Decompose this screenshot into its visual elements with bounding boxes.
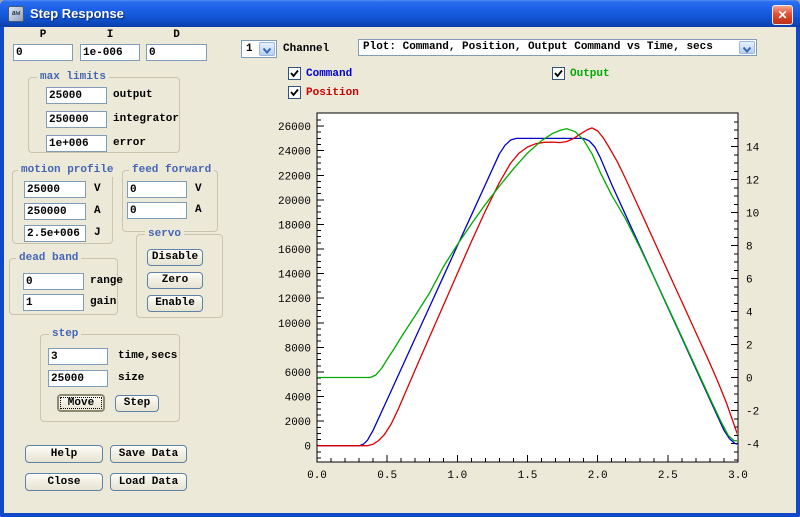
step-size-label: size [118, 372, 144, 385]
channel-value: 1 [246, 43, 253, 55]
channel-label: Channel [283, 43, 329, 56]
channel-dropdown-button[interactable] [259, 42, 275, 56]
plot-mode-select[interactable]: Plot: Command, Position, Output Command … [358, 39, 757, 56]
save-data-button[interactable]: Save Data [110, 445, 187, 463]
max-limits-title: max limits [37, 71, 109, 84]
max-integrator-field[interactable] [46, 111, 107, 128]
ff-accel-label: A [195, 204, 202, 217]
position-checkbox-label: Position [306, 87, 359, 100]
max-output-field[interactable] [46, 87, 107, 104]
step-button[interactable]: Step [115, 395, 159, 412]
channel-select[interactable]: 1 [241, 40, 277, 58]
motion-profile-group: motion profile V A J [12, 170, 113, 244]
step-group: step time,secs size Move Step [40, 334, 180, 422]
max-error-label: error [113, 137, 146, 150]
feed-forward-group: feed forward V A [122, 170, 218, 232]
profile-accel-label: A [94, 205, 101, 218]
command-checkbox-label: Command [306, 68, 352, 81]
d-gain-field[interactable] [146, 44, 207, 61]
ff-velocity-field[interactable] [127, 181, 187, 198]
step-time-field[interactable] [48, 348, 108, 365]
step-time-label: time,secs [118, 350, 177, 363]
p-label: P [13, 29, 73, 42]
checkmark-icon [553, 68, 564, 79]
chevron-down-icon [262, 47, 272, 55]
servo-group: servo Disable Zero Enable [136, 234, 223, 318]
output-checkbox[interactable] [552, 67, 565, 80]
step-size-field[interactable] [48, 370, 108, 387]
output-checkbox-label: Output [570, 68, 610, 81]
max-limits-group: max limits output integrator error [28, 77, 180, 153]
move-button[interactable]: Move [57, 394, 105, 412]
motion-profile-title: motion profile [18, 164, 116, 177]
max-error-field[interactable] [46, 135, 107, 152]
servo-disable-button[interactable]: Disable [147, 249, 203, 266]
servo-enable-button[interactable]: Enable [147, 295, 203, 312]
command-checkbox[interactable] [288, 67, 301, 80]
position-checkbox[interactable] [288, 86, 301, 99]
max-integrator-label: integrator [113, 113, 179, 126]
checkmark-icon [289, 87, 300, 98]
i-label: I [80, 29, 140, 42]
deadband-gain-label: gain [90, 296, 116, 309]
close-window-button[interactable]: ✕ [772, 5, 793, 25]
i-gain-field[interactable] [80, 44, 140, 61]
checkmark-icon [289, 68, 300, 79]
close-button[interactable]: Close [25, 473, 103, 491]
app-icon: aw [8, 6, 24, 22]
max-output-label: output [113, 89, 153, 102]
feed-forward-title: feed forward [129, 164, 214, 177]
window-title: Step Response [30, 6, 124, 21]
p-gain-field[interactable] [13, 44, 73, 61]
help-button[interactable]: Help [25, 445, 103, 463]
dead-band-group: dead band range gain [9, 258, 118, 315]
titlebar[interactable]: aw Step Response ✕ [0, 0, 800, 27]
profile-jerk-field[interactable] [24, 225, 86, 242]
deadband-range-field[interactable] [23, 273, 84, 290]
ff-accel-field[interactable] [127, 202, 187, 219]
step-response-window: aw Step Response ✕ P I D 1 Channel Plot:… [0, 0, 800, 517]
profile-velocity-field[interactable] [24, 181, 86, 198]
step-title: step [49, 328, 81, 341]
servo-zero-button[interactable]: Zero [147, 272, 203, 289]
plot-dropdown-button[interactable] [739, 41, 755, 54]
load-data-button[interactable]: Load Data [110, 473, 187, 491]
deadband-gain-field[interactable] [23, 294, 84, 311]
plot-mode-value: Plot: Command, Position, Output Command … [363, 41, 713, 53]
deadband-range-label: range [90, 275, 123, 288]
profile-velocity-label: V [94, 183, 101, 196]
profile-jerk-label: J [94, 227, 101, 240]
d-label: D [146, 29, 207, 42]
profile-accel-field[interactable] [24, 203, 86, 220]
chevron-down-icon [742, 46, 752, 54]
servo-title: servo [145, 228, 184, 241]
ff-velocity-label: V [195, 183, 202, 196]
dead-band-title: dead band [16, 252, 81, 265]
close-icon: ✕ [777, 8, 787, 22]
